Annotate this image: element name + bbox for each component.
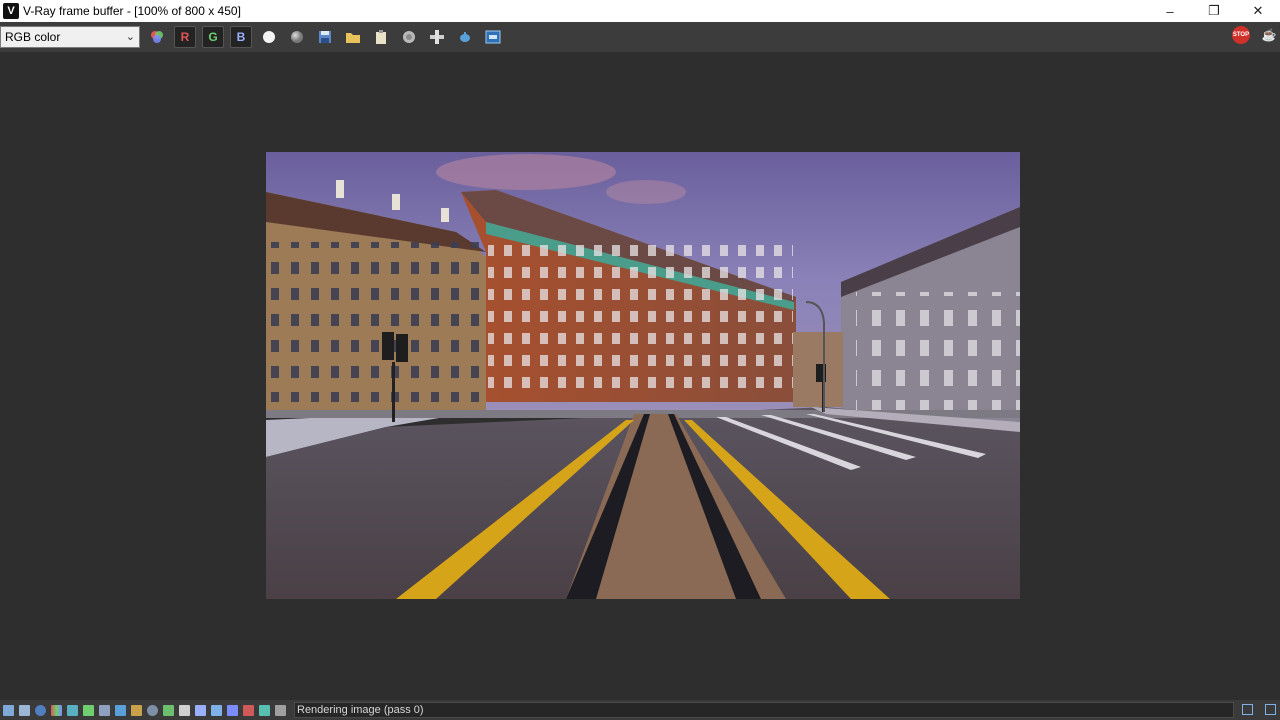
save-icon[interactable] [314,26,336,48]
history-icon[interactable] [211,704,222,716]
green-channel-button[interactable]: G [202,26,224,48]
settings-icon[interactable] [147,704,158,716]
status-text: Rendering image (pass 0) [294,702,1234,718]
minimize-button[interactable]: – [1148,0,1192,22]
teapot-icon[interactable] [454,26,476,48]
close-button[interactable]: ✕ [1236,0,1280,22]
toolbar: RGB color ⌄ R G B STOP ☕ [0,22,1280,52]
bucket-icon[interactable] [275,704,286,716]
clipboard-icon[interactable] [370,26,392,48]
render-viewport [0,52,1280,700]
rendered-image [266,152,1020,599]
histogram-icon[interactable] [115,704,126,716]
pixel-aspect-icon[interactable] [259,704,270,716]
green-channel-label: G [208,30,218,44]
track-mouse-icon[interactable] [19,704,30,716]
render-teapot-icon[interactable]: ☕ [1260,26,1278,44]
title-bar: V V-Ray frame buffer - [100% of 800 x 45… [0,0,1280,22]
color-balls-icon[interactable] [146,26,168,48]
stop-render-icon[interactable]: STOP [1232,26,1250,44]
circle-icon[interactable] [398,26,420,48]
channel-select-value: RGB color [5,30,61,44]
info-icon[interactable] [35,704,46,716]
exposure-icon[interactable] [99,704,110,716]
status-bar: Rendering image (pass 0) [0,700,1280,720]
channel-select[interactable]: RGB color ⌄ [0,26,140,48]
fit-window-icon[interactable] [1242,704,1253,715]
compare-icon[interactable] [179,704,190,716]
levels-icon[interactable] [67,704,78,716]
blue-channel-label: B [236,30,246,44]
image-icon[interactable] [163,704,174,716]
white-sphere-icon[interactable] [258,26,280,48]
color-corrections-icon[interactable] [51,704,62,716]
blue-channel-button[interactable]: B [230,26,252,48]
gray-sphere-icon[interactable] [286,26,308,48]
vray-app-icon: V [3,3,19,19]
restore-button[interactable]: ❐ [1192,0,1236,22]
region-icon[interactable] [3,704,14,716]
lens-effects-icon[interactable] [195,704,206,716]
curves-icon[interactable] [83,704,94,716]
folder-icon[interactable] [342,26,364,48]
vertical-ab-icon[interactable] [243,704,254,716]
link-icon[interactable] [426,26,448,48]
horizontal-ab-icon[interactable] [227,704,238,716]
window-title: V-Ray frame buffer - [100% of 800 x 450] [23,4,241,18]
lut-icon[interactable] [131,704,142,716]
render-region-icon[interactable] [1265,704,1276,715]
vfb-icon[interactable] [482,26,504,48]
red-channel-button[interactable]: R [174,26,196,48]
chevron-down-icon: ⌄ [125,31,135,43]
red-channel-label: R [180,30,190,44]
